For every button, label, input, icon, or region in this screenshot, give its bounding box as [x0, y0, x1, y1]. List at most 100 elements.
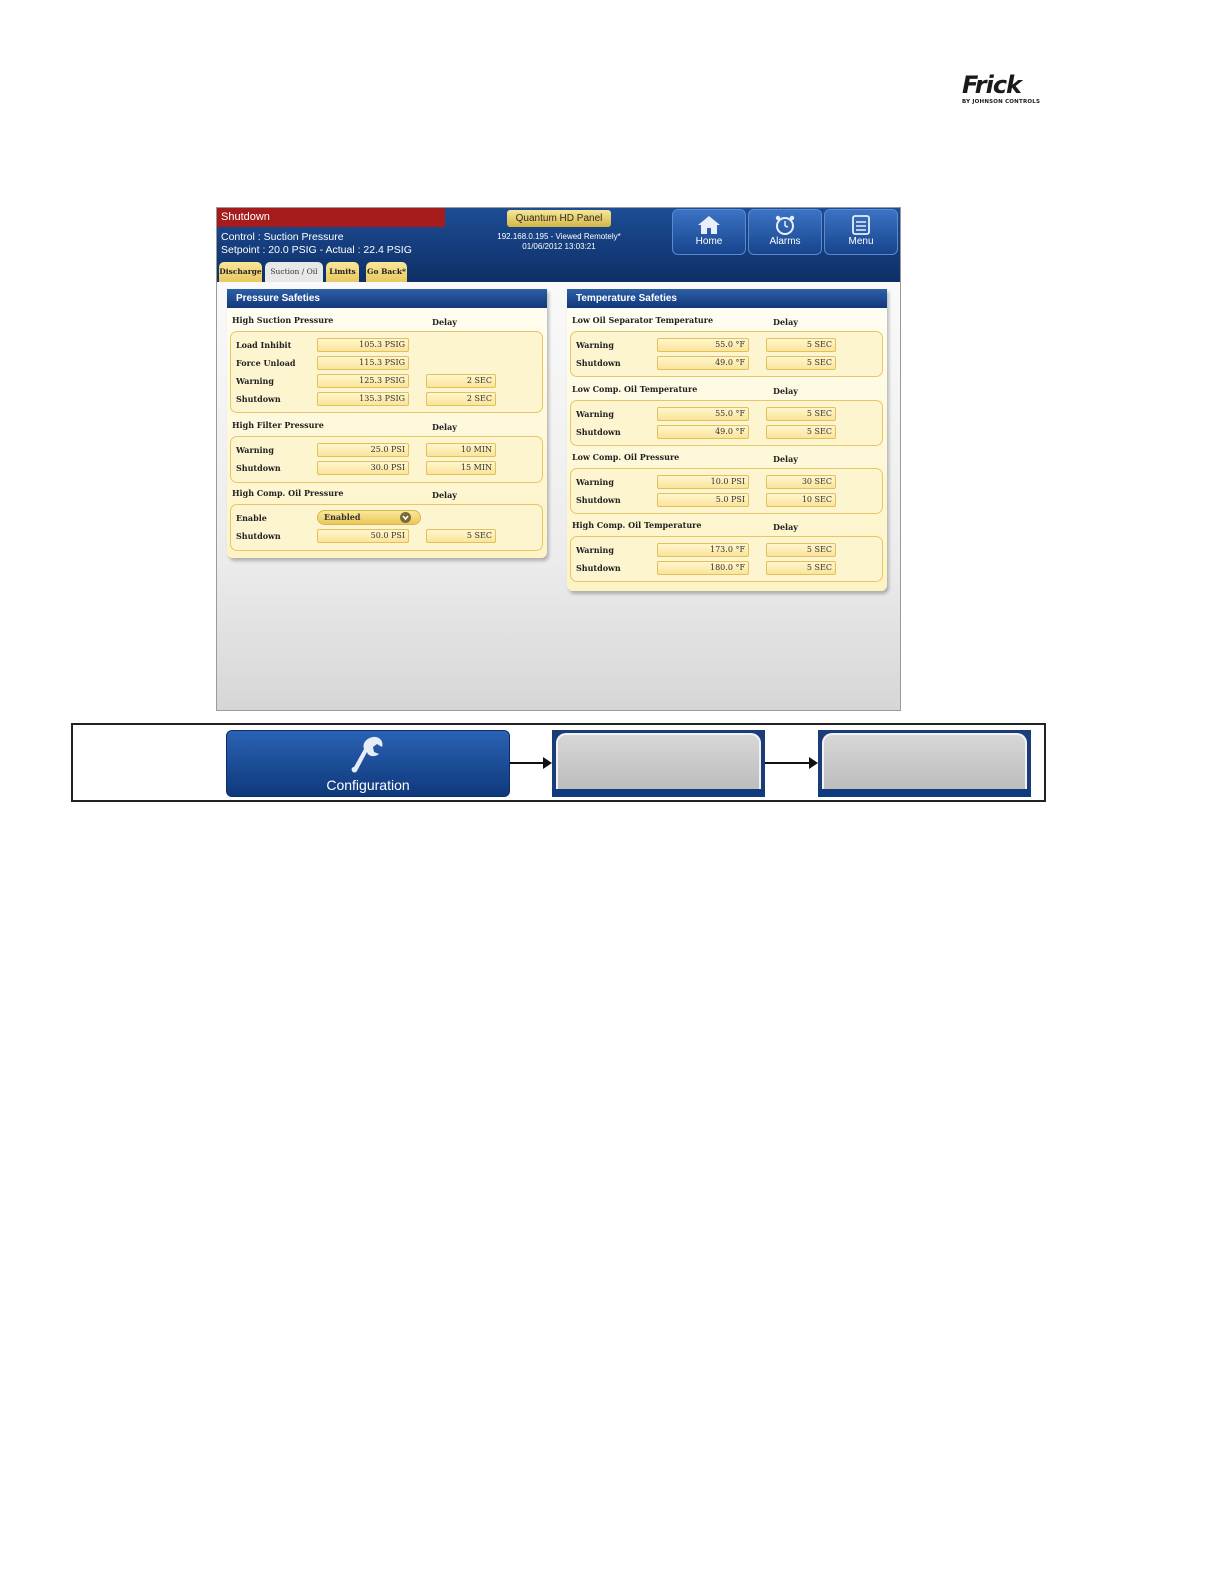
tab-placeholder-face: [556, 733, 761, 789]
navigation-path: Configuration: [71, 723, 1046, 802]
delay-header: Delay: [432, 490, 457, 500]
comp-oil-shutdown-field[interactable]: 50.0 PSI: [317, 529, 409, 543]
low-comp-oil-pressure-group: Warning 10.0 PSI 30 SEC Shutdown 5.0 PSI…: [570, 468, 883, 514]
temperature-safeties-panel: Temperature Safeties Low Oil Separator T…: [567, 289, 887, 591]
top-bar: Shutdown Control : Suction Pressure Setp…: [217, 208, 900, 282]
filter-shutdown-field[interactable]: 30.0 PSI: [317, 461, 409, 475]
tab-limits[interactable]: Limits: [326, 262, 359, 282]
home-button[interactable]: Home: [672, 209, 746, 255]
enable-label: Enable: [236, 513, 267, 523]
temp-value-field[interactable]: 49.0 °F: [657, 356, 749, 370]
configuration-label: Configuration: [326, 777, 410, 793]
high-suction-group: Load Inhibit 105.3 PSIG Force Unload 115…: [230, 331, 543, 413]
tab-go-back[interactable]: Go Back*: [366, 262, 407, 282]
tab-placeholder-base: [552, 789, 765, 797]
row-label: Warning: [576, 477, 614, 487]
temp-value-field[interactable]: 173.0 °F: [657, 543, 749, 557]
low-comp-oil-temp-group: Warning 55.0 °F 5 SEC Shutdown 49.0 °F 5…: [570, 400, 883, 446]
connection-info: 192.168.0.195 - Viewed Remotely* 01/06/2…: [479, 232, 639, 252]
home-icon: [698, 216, 720, 234]
comp-oil-shutdown-delay-field[interactable]: 5 SEC: [426, 529, 496, 543]
frick-logo: Frick BY JOHNSON CONTROLS: [962, 72, 1048, 112]
delay-header: Delay: [432, 422, 457, 432]
tab-suction-oil[interactable]: Suction / Oil: [265, 262, 323, 282]
status-bar: Shutdown: [217, 208, 445, 227]
section-title: High Comp. Oil Temperature: [572, 520, 702, 530]
row-label: Shutdown: [576, 563, 621, 573]
section-title: High Comp. Oil Pressure: [232, 488, 344, 498]
section-title: Low Comp. Oil Pressure: [572, 452, 680, 462]
menu-button[interactable]: Menu: [824, 209, 898, 255]
section-title: Low Oil Separator Temperature: [572, 315, 714, 325]
control-info: Control : Suction Pressure Setpoint : 20…: [221, 231, 412, 257]
tab-discharge[interactable]: Discharge: [219, 262, 262, 282]
temp-delay-field[interactable]: 5 SEC: [766, 407, 836, 421]
menu-icon: [852, 215, 870, 235]
pressure-delay-field[interactable]: 10 SEC: [766, 493, 836, 507]
filter-warning-field[interactable]: 25.0 PSI: [317, 443, 409, 457]
arrow-icon: [765, 757, 818, 769]
row-label: Warning: [576, 545, 614, 555]
temp-value-field[interactable]: 55.0 °F: [657, 338, 749, 352]
filter-shutdown-delay-field[interactable]: 15 MIN: [426, 461, 496, 475]
alarms-button[interactable]: Alarms: [748, 209, 822, 255]
tab-placeholder-base: [818, 789, 1031, 797]
control-mode: Control : Suction Pressure: [221, 231, 344, 243]
alarms-label: Alarms: [769, 236, 801, 247]
datetime: 01/06/2012 13:03:21: [522, 242, 596, 251]
tab-placeholder[interactable]: [552, 730, 765, 797]
row-label: Load Inhibit: [236, 340, 292, 350]
row-label: Shutdown: [236, 394, 281, 404]
force-unload-field[interactable]: 115.3 PSIG: [317, 356, 409, 370]
delay-header: Delay: [773, 454, 798, 464]
temp-delay-field[interactable]: 5 SEC: [766, 356, 836, 370]
filter-warning-delay-field[interactable]: 10 MIN: [426, 443, 496, 457]
arrow-icon: [510, 757, 552, 769]
hmi-screenshot: Shutdown Control : Suction Pressure Setp…: [216, 207, 901, 711]
delay-header: Delay: [773, 317, 798, 327]
home-label: Home: [695, 236, 723, 247]
shutdown-delay-field[interactable]: 2 SEC: [426, 392, 496, 406]
chevron-down-icon: [400, 512, 411, 523]
pressure-value-field[interactable]: 10.0 PSI: [657, 475, 749, 489]
panel-title: Quantum HD Panel: [507, 210, 611, 227]
delay-header: Delay: [773, 386, 798, 396]
temp-value-field[interactable]: 180.0 °F: [657, 561, 749, 575]
row-label: Shutdown: [236, 531, 281, 541]
row-label: Warning: [576, 340, 614, 350]
temp-value-field[interactable]: 55.0 °F: [657, 407, 749, 421]
load-inhibit-field[interactable]: 105.3 PSIG: [317, 338, 409, 352]
high-comp-oil-group: Enable Enabled Shutdown 50.0 PSI 5 SEC: [230, 504, 543, 551]
tab-placeholder[interactable]: [818, 730, 1031, 797]
row-label: Force Unload: [236, 358, 296, 368]
ip-address: 192.168.0.195 - Viewed Remotely*: [497, 232, 621, 241]
temp-delay-field[interactable]: 5 SEC: [766, 425, 836, 439]
enable-dropdown[interactable]: Enabled: [317, 510, 421, 525]
low-oil-sep-temp-group: Warning 55.0 °F 5 SEC Shutdown 49.0 °F 5…: [570, 331, 883, 377]
high-comp-oil-temp-group: Warning 173.0 °F 5 SEC Shutdown 180.0 °F…: [570, 536, 883, 582]
pressure-delay-field[interactable]: 30 SEC: [766, 475, 836, 489]
configuration-button[interactable]: Configuration: [226, 730, 510, 797]
row-label: Shutdown: [576, 495, 621, 505]
panel-title: Temperature Safeties: [567, 289, 887, 308]
temp-delay-field[interactable]: 5 SEC: [766, 338, 836, 352]
enable-value: Enabled: [324, 512, 361, 522]
delay-header: Delay: [773, 522, 798, 532]
temp-delay-field[interactable]: 5 SEC: [766, 561, 836, 575]
pressure-safeties-panel: Pressure Safeties High Suction Pressure …: [227, 289, 547, 558]
row-label: Shutdown: [236, 463, 281, 473]
section-title: Low Comp. Oil Temperature: [572, 384, 698, 394]
warning-field[interactable]: 125.3 PSIG: [317, 374, 409, 388]
high-filter-group: Warning 25.0 PSI 10 MIN Shutdown 30.0 PS…: [230, 436, 543, 483]
logo-brand: Frick: [962, 71, 1022, 99]
temp-value-field[interactable]: 49.0 °F: [657, 425, 749, 439]
setpoint-readout: Setpoint : 20.0 PSIG - Actual : 22.4 PSI…: [221, 244, 412, 256]
temp-delay-field[interactable]: 5 SEC: [766, 543, 836, 557]
pressure-value-field[interactable]: 5.0 PSI: [657, 493, 749, 507]
warning-delay-field[interactable]: 2 SEC: [426, 374, 496, 388]
tab-placeholder-face: [822, 733, 1027, 789]
menu-label: Menu: [848, 236, 874, 247]
section-title: High Filter Pressure: [232, 420, 324, 430]
shutdown-field[interactable]: 135.3 PSIG: [317, 392, 409, 406]
panel-title: Pressure Safeties: [227, 289, 547, 308]
